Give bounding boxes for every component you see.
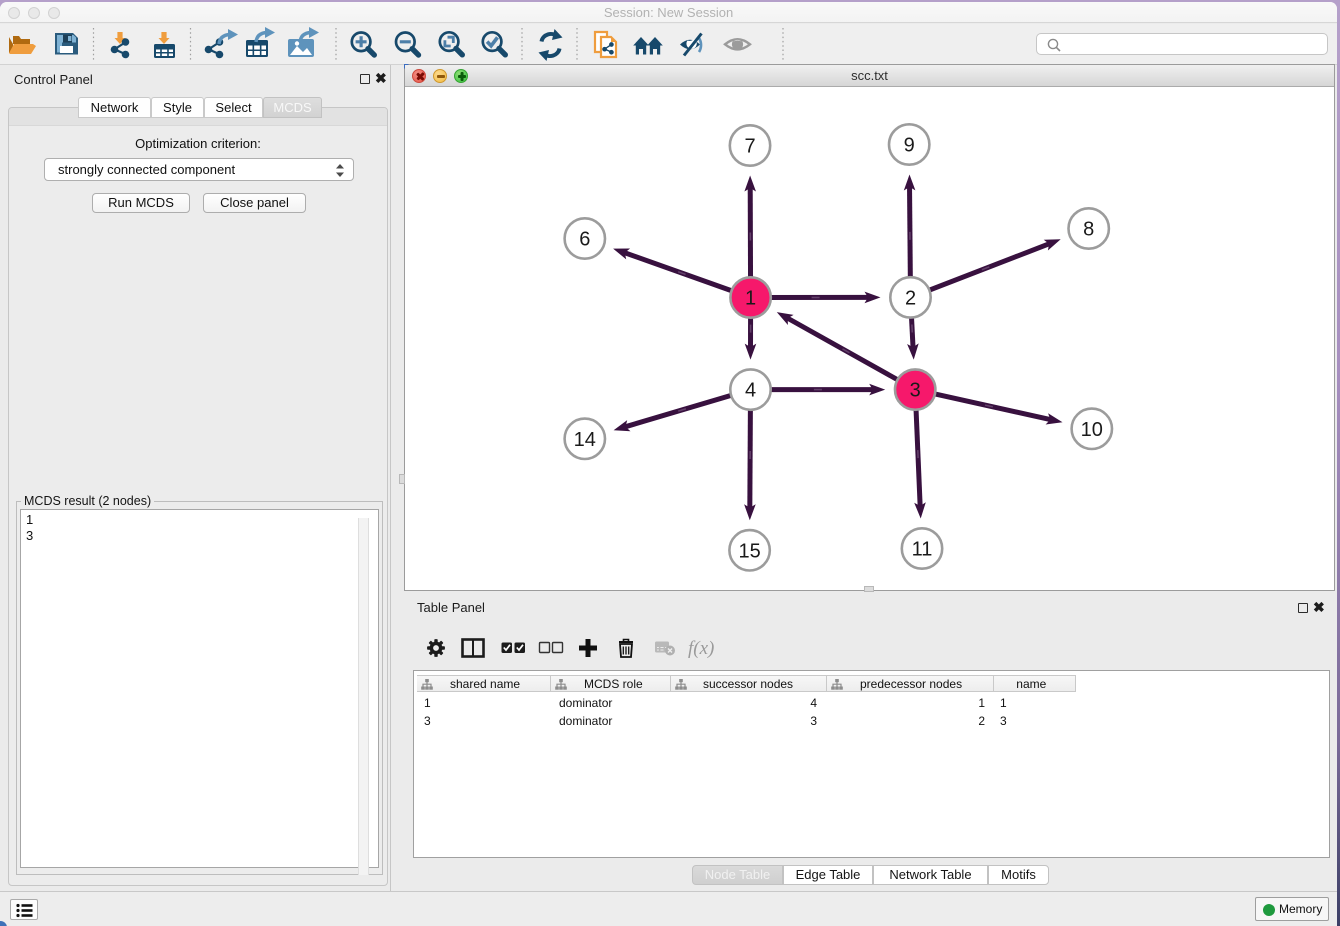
svg-text:9: 9 (904, 135, 915, 157)
svg-text:4: 4 (745, 380, 756, 402)
svg-text:8: 8 (1083, 219, 1094, 241)
svg-text:6: 6 (579, 229, 590, 251)
svg-text:15: 15 (738, 540, 760, 562)
svg-text:10: 10 (1081, 419, 1103, 441)
svg-text:1: 1 (745, 288, 756, 310)
svg-text:2: 2 (905, 287, 916, 309)
svg-text:11: 11 (912, 539, 933, 561)
svg-text:7: 7 (744, 136, 755, 158)
svg-text:14: 14 (574, 429, 596, 451)
svg-text:3: 3 (910, 380, 921, 402)
svg-text:f(x): f(x) (688, 638, 714, 659)
